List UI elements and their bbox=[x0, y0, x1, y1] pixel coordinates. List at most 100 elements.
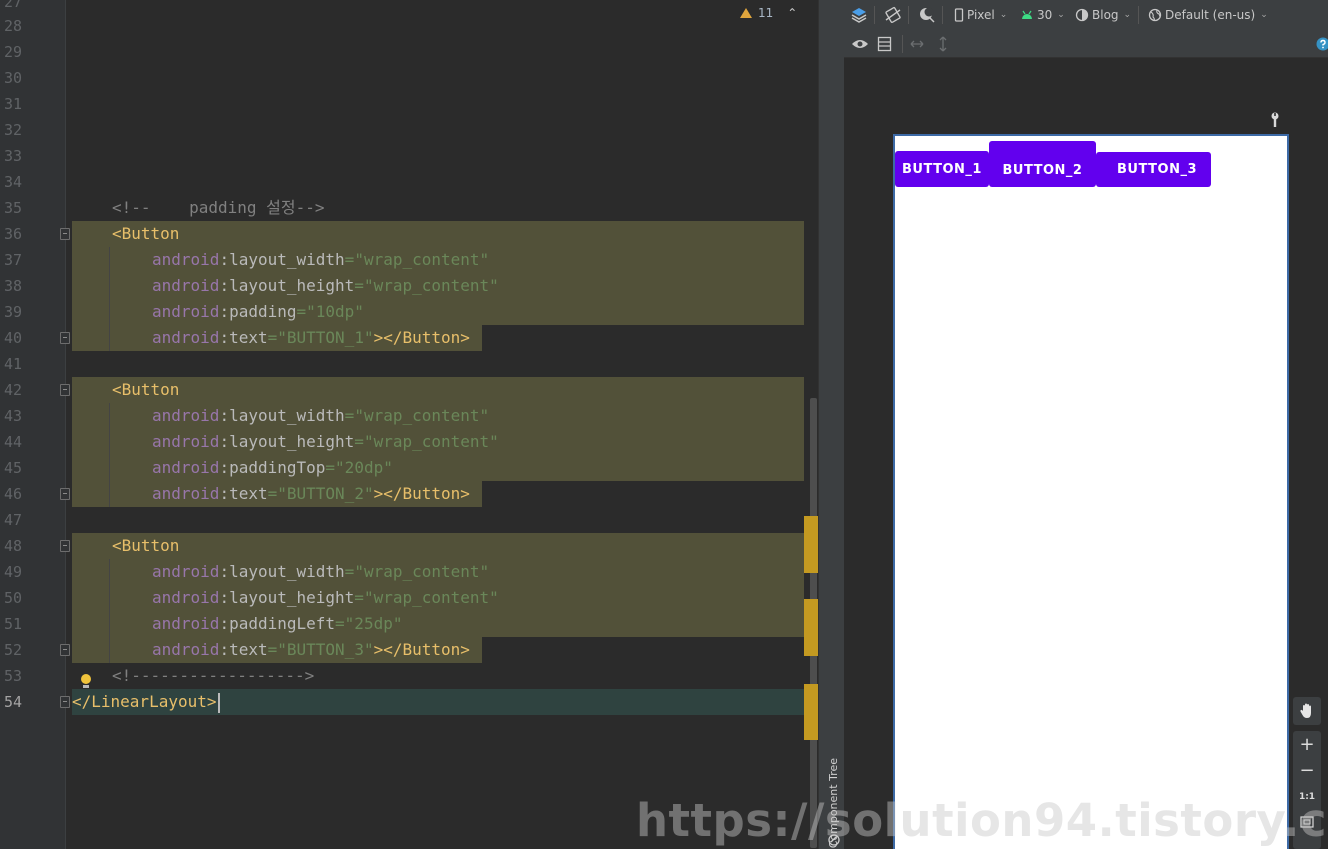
line-number: 44 bbox=[4, 433, 23, 451]
preview-button-3-label: BUTTON_3 bbox=[1117, 162, 1197, 177]
code-line: <Button bbox=[112, 533, 179, 559]
preview-button-2-label: BUTTON_2 bbox=[1002, 162, 1083, 178]
design-toolbar-secondary bbox=[844, 30, 1328, 58]
line-number: 36 bbox=[4, 225, 23, 243]
code-line-comment: <!-- padding 설정--> bbox=[112, 195, 324, 221]
attr-equals: = bbox=[354, 276, 364, 295]
attr-name: :paddingTop bbox=[219, 458, 326, 477]
api-level-label: 30 bbox=[1037, 8, 1053, 22]
attr-value: "wrap_content" bbox=[354, 250, 490, 269]
comment-open: <!-- bbox=[112, 198, 151, 217]
device-selector[interactable]: Pixel ⌄ bbox=[954, 0, 1007, 30]
zoom-in-button[interactable]: + bbox=[1293, 735, 1321, 755]
attr-equals: = bbox=[354, 432, 364, 451]
attr-namespace: android bbox=[152, 406, 220, 425]
layers-button[interactable] bbox=[850, 0, 868, 30]
attr-namespace: android bbox=[152, 302, 220, 321]
fold-marker-icon[interactable] bbox=[60, 332, 70, 344]
fold-marker-icon[interactable] bbox=[60, 228, 70, 240]
wrench-icon[interactable] bbox=[1269, 112, 1281, 128]
attr-value: "wrap_content" bbox=[354, 562, 490, 581]
attr-value: "10dp" bbox=[306, 302, 364, 321]
code-line: android:layout_width="wrap_content" bbox=[152, 403, 489, 429]
preview-button-2[interactable]: BUTTON_2 bbox=[989, 141, 1096, 187]
text-caret bbox=[217, 692, 220, 713]
lightbulb-icon[interactable] bbox=[80, 674, 92, 688]
error-stripe-mark[interactable] bbox=[804, 516, 818, 573]
layers-icon bbox=[851, 8, 867, 23]
horizontal-resize-icon[interactable] bbox=[909, 37, 925, 51]
orientation-button[interactable] bbox=[884, 0, 902, 30]
line-number: 50 bbox=[4, 589, 23, 607]
attr-name: :layout_width bbox=[219, 562, 345, 581]
code-line: android:layout_height="wrap_content" bbox=[152, 429, 499, 455]
line-number: 39 bbox=[4, 303, 23, 321]
attr-value: "25dp" bbox=[344, 614, 403, 633]
comment-text: <!------------------> bbox=[112, 666, 315, 685]
night-mode-button[interactable] bbox=[918, 0, 936, 30]
attr-namespace: android bbox=[152, 328, 220, 347]
fold-marker-icon[interactable] bbox=[60, 488, 70, 500]
xml-close-tag: ></Button> bbox=[373, 484, 470, 503]
theme-label: Blog bbox=[1092, 8, 1119, 22]
preview-button-3[interactable]: BUTTON_3 bbox=[1096, 152, 1211, 187]
attr-name: :text bbox=[219, 484, 268, 503]
chevron-up-icon[interactable]: ⌃ bbox=[787, 6, 797, 20]
device-label: Pixel bbox=[967, 8, 995, 22]
line-number: 53 bbox=[4, 667, 23, 685]
attr-equals: = bbox=[325, 458, 336, 477]
fold-marker-icon[interactable] bbox=[60, 644, 70, 656]
blueprint-icon[interactable] bbox=[877, 36, 893, 52]
code-line: <Button bbox=[112, 221, 179, 247]
line-number: 52 bbox=[4, 641, 23, 659]
device-preview[interactable]: BUTTON_1 BUTTON_2 BUTTON_3 bbox=[893, 134, 1289, 849]
attr-name: :layout_width bbox=[219, 250, 345, 269]
fold-marker-icon[interactable] bbox=[60, 540, 70, 552]
code-editor[interactable]: 27 28 29 30 31 32 33 34 35 36 37 38 39 4… bbox=[0, 0, 818, 849]
zoom-out-button[interactable]: − bbox=[1293, 761, 1321, 781]
vertical-resize-icon[interactable] bbox=[937, 35, 949, 53]
xml-tag: <Button bbox=[112, 380, 180, 399]
line-number: 42 bbox=[4, 381, 23, 399]
api-level-selector[interactable]: 30 ⌄ bbox=[1020, 0, 1065, 30]
line-number: 46 bbox=[4, 485, 23, 503]
hand-icon bbox=[1300, 703, 1311, 718]
attr-name: :layout_height bbox=[219, 276, 355, 295]
rotate-icon bbox=[885, 6, 901, 24]
line-number: 35 bbox=[4, 199, 23, 217]
attr-value: "20dp" bbox=[335, 458, 393, 477]
help-icon[interactable] bbox=[1316, 37, 1328, 51]
attr-equals: = bbox=[296, 302, 307, 321]
comment-text: padding 설정 bbox=[150, 198, 296, 217]
xml-close-tag: </LinearLayout> bbox=[72, 692, 217, 711]
code-line: android:padding="10dp" bbox=[152, 299, 364, 325]
locale-selector[interactable]: Default (en-us) ⌄ bbox=[1148, 0, 1268, 30]
code-line: android:text="BUTTON_2"></Button> bbox=[152, 481, 470, 507]
error-stripe-mark[interactable] bbox=[804, 599, 818, 656]
attr-namespace: android bbox=[152, 250, 220, 269]
night-mode-icon bbox=[920, 7, 935, 23]
error-stripe-mark[interactable] bbox=[804, 684, 818, 740]
attr-name: :layout_height bbox=[219, 432, 355, 451]
xml-tag: <Button bbox=[112, 224, 180, 243]
eye-icon[interactable] bbox=[851, 37, 869, 51]
fold-marker-icon[interactable] bbox=[60, 696, 70, 708]
theme-selector[interactable]: Blog ⌄ bbox=[1075, 0, 1131, 30]
globe-icon bbox=[1148, 8, 1162, 22]
attr-value: "wrap_content" bbox=[363, 432, 499, 451]
attr-value: "BUTTON_2" bbox=[277, 484, 374, 503]
attr-name: :padding bbox=[219, 302, 297, 321]
attr-name: :paddingLeft bbox=[219, 614, 336, 633]
fold-marker-icon[interactable] bbox=[60, 384, 70, 396]
attr-value: "BUTTON_3" bbox=[277, 640, 374, 659]
attr-equals: = bbox=[344, 406, 355, 425]
code-line: android:text="BUTTON_3"></Button> bbox=[152, 637, 470, 663]
preview-button-1[interactable]: BUTTON_1 bbox=[895, 151, 989, 187]
locale-label: Default (en-us) bbox=[1165, 8, 1256, 22]
indent-guide bbox=[109, 559, 110, 663]
line-number: 40 bbox=[4, 329, 23, 347]
attr-equals: = bbox=[335, 614, 345, 633]
line-number: 34 bbox=[4, 173, 23, 191]
android-icon bbox=[1022, 10, 1032, 19]
line-number: 31 bbox=[4, 95, 23, 113]
